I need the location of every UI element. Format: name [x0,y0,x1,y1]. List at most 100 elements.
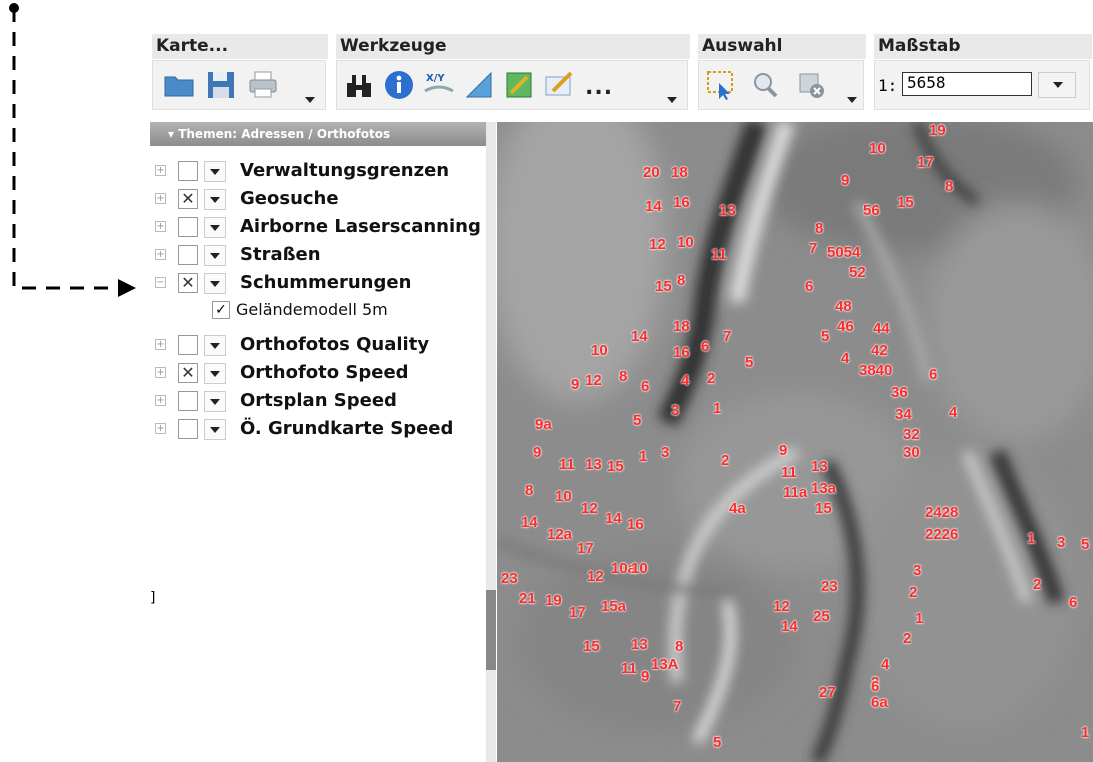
house-number-label: 8 [677,272,686,289]
expand-toggle-icon[interactable]: + [155,249,166,260]
house-number-label: 36 [891,384,908,401]
expand-toggle-icon[interactable]: + [155,423,166,434]
panel-scrollbar-thumb[interactable] [486,590,496,670]
house-number-label: 6 [805,278,814,295]
house-number-label: 10 [591,342,608,359]
layer-checkbox[interactable] [178,217,198,237]
expand-toggle-icon[interactable]: + [155,165,166,176]
house-number-label: 11a [783,484,808,501]
expand-toggle-icon[interactable]: + [155,395,166,406]
expand-toggle-icon[interactable]: + [155,339,166,350]
scale-prefix: 1: [878,76,898,95]
sublayer-checkbox[interactable]: ✓ [212,301,230,319]
print-icon[interactable] [247,69,279,101]
layer-label: Ö. Grundkarte Speed [240,418,454,439]
layer-options-dropdown[interactable] [204,189,226,210]
house-number-label: 1 [713,400,722,417]
house-number-label: 1 [1081,724,1090,741]
house-number-label: 5 [1081,536,1090,553]
layer-options-dropdown[interactable] [204,335,226,356]
layer-checkbox[interactable]: ✕ [178,273,198,293]
house-number-label: 56 [863,202,880,219]
group-title-karte: Karte... [152,34,328,59]
layer-options-dropdown[interactable] [204,363,226,384]
house-number-label: 6 [701,338,710,355]
map-view[interactable]: 19 10 17 9 8 56 15 20 18 14 16 13 8 7 5054 12 10 11 52 15 8 6… [497,122,1093,762]
house-number-label: 13 [631,636,648,653]
karte-more-caret[interactable] [305,97,315,103]
house-number-label: 14 [631,328,648,345]
house-number-label: 13A [651,656,679,673]
rectangle-select-icon[interactable] [705,69,737,101]
layer-label: Geosuche [240,188,339,209]
house-number-label: 15 [815,500,832,517]
chevron-down-icon [1053,82,1063,88]
layer-checkbox[interactable] [178,161,198,181]
house-number-label: 6 [1069,594,1078,611]
house-number-label: 6 [871,678,880,695]
measure-distance-icon[interactable] [463,69,495,101]
group-title-massstab: Maßstab [874,34,1092,59]
redline-edit-icon[interactable] [543,69,575,101]
house-number-label: 2226 [925,526,959,543]
house-number-label: 14 [645,198,662,215]
layer-panel-header[interactable]: ▾ Themen: Adressen / Orthofotos [150,122,486,146]
house-number-label: 5 [821,328,830,345]
layer-row[interactable]: + ✕ Orthofoto Speed [150,360,490,386]
house-number-label: 46 [837,318,854,335]
zoom-to-selection-icon[interactable] [749,69,781,101]
expand-toggle-icon[interactable]: + [155,221,166,232]
layer-label: Airborne Laserscanning [240,216,481,237]
house-number-label: 4 [841,350,850,367]
expand-toggle-icon[interactable]: + [155,193,166,204]
house-number-label: 3 [1057,534,1066,551]
scale-input[interactable]: 5658 [902,72,1032,96]
xy-coordinate-icon[interactable]: X/Y [423,69,455,101]
measure-area-icon[interactable] [503,69,535,101]
layer-row[interactable]: + ✕ Geosuche [150,186,490,212]
auswahl-more-caret[interactable] [847,97,857,103]
layer-row[interactable]: − ✕ Schummerungen [150,270,490,296]
layer-label: Orthofotos Quality [240,334,430,355]
layer-row[interactable]: + Ortsplan Speed [150,388,490,414]
layer-options-dropdown[interactable] [204,273,226,294]
house-number-label: 14 [781,618,798,635]
clear-selection-icon[interactable] [795,69,827,101]
expand-toggle-icon[interactable]: + [155,367,166,378]
open-folder-icon[interactable] [163,69,195,101]
sublayer-row[interactable]: ✓ Geländemodell 5m [150,298,490,324]
house-number-label: 12 [773,598,790,615]
layer-options-dropdown[interactable] [204,161,226,182]
layer-options-dropdown[interactable] [204,419,226,440]
svg-text:X/Y: X/Y [426,73,445,84]
house-number-label: 7 [809,240,818,257]
layer-row[interactable]: + Straßen [150,242,490,268]
layer-checkbox[interactable]: ✕ [178,189,198,209]
group-title-auswahl: Auswahl [698,34,866,59]
layer-options-dropdown[interactable] [204,217,226,238]
layer-row[interactable]: + Airborne Laserscanning [150,214,490,240]
layer-row[interactable]: + Ö. Grundkarte Speed [150,416,490,442]
layer-row[interactable]: + Orthofotos Quality [150,332,490,358]
collapse-toggle-icon[interactable]: − [155,277,166,288]
house-number-label: 10 [631,560,648,577]
layer-checkbox[interactable]: ✕ [178,363,198,383]
house-number-label: 12a [547,526,573,543]
layer-options-dropdown[interactable] [204,391,226,412]
layer-checkbox[interactable] [178,419,198,439]
house-number-label: 6a [871,694,888,711]
layer-options-dropdown[interactable] [204,245,226,266]
info-icon[interactable] [383,69,415,101]
save-icon[interactable] [205,69,237,101]
werkzeuge-more-caret[interactable] [667,97,677,103]
more-tools-button[interactable]: ... [585,75,613,100]
layer-checkbox[interactable] [178,245,198,265]
layer-checkbox[interactable] [178,391,198,411]
layer-row[interactable]: + Verwaltungsgrenzen [150,158,490,184]
house-number-label: 2 [707,370,716,387]
binoculars-icon[interactable] [343,69,375,101]
house-number-label: 23 [821,578,838,595]
layer-checkbox[interactable] [178,335,198,355]
scale-dropdown-button[interactable] [1038,72,1076,98]
group-karte [152,60,326,110]
